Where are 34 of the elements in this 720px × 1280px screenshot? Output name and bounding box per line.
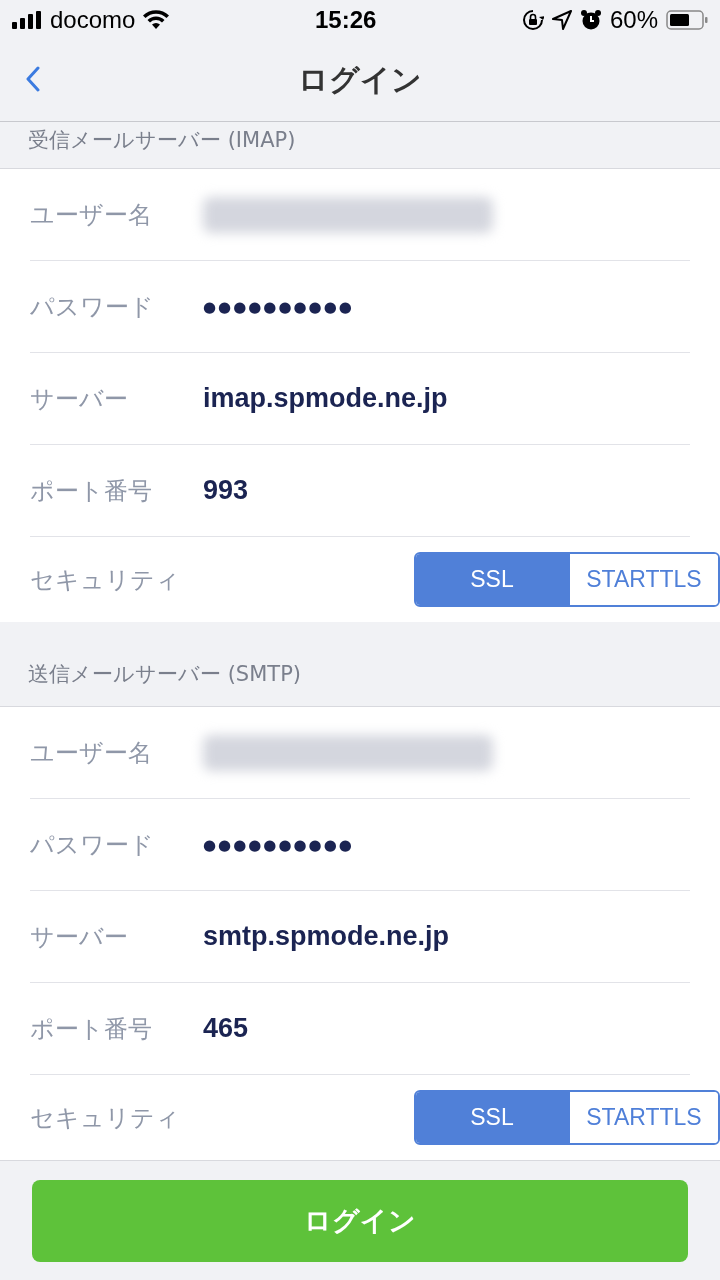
field-value[interactable]: imap.spmode.ne.jp <box>203 383 448 415</box>
field-label: パスワード <box>30 292 155 323</box>
field-value[interactable]: 465 <box>203 1013 249 1045</box>
field-label: サーバー <box>30 384 129 415</box>
field-label: セキュリティ <box>30 1103 181 1134</box>
signal-icon <box>12 10 42 29</box>
battery-percent: 60% <box>609 5 658 34</box>
field-label: パスワード <box>30 830 155 861</box>
field-label: ポート番号 <box>30 1014 153 1045</box>
back-chevron-icon <box>26 65 40 92</box>
field-label: ユーザー名 <box>30 738 153 769</box>
field-label: サーバー <box>30 922 129 953</box>
field-label: セキュリティ <box>30 565 181 596</box>
rotation-lock-icon <box>521 8 544 31</box>
password-value[interactable]: ●●●●●●●●●● <box>203 836 354 854</box>
section-header: 送信メールサーバー (SMTP) <box>28 661 301 689</box>
password-value[interactable]: ●●●●●●●●●● <box>203 298 354 316</box>
segment-option[interactable]: SSL <box>416 554 568 606</box>
field-label: ユーザー名 <box>30 200 153 231</box>
segment-option[interactable]: SSL <box>416 1092 568 1144</box>
field-value[interactable]: smtp.spmode.ne.jp <box>203 921 450 953</box>
section-header: 受信メールサーバー (IMAP) <box>28 127 296 155</box>
location-arrow-icon <box>551 9 572 30</box>
segment-option[interactable]: STARTTLS <box>568 1092 718 1144</box>
screen-title: ログイン <box>298 61 422 100</box>
segment-option[interactable]: STARTTLS <box>568 554 718 606</box>
field-label: ポート番号 <box>30 476 153 507</box>
carrier-name: docomo <box>50 5 136 34</box>
field-value[interactable]: 993 <box>203 475 249 507</box>
wifi-icon <box>143 9 170 30</box>
battery-icon <box>666 9 708 30</box>
alarm-clock-icon <box>579 8 602 31</box>
clock-time: 15:26 <box>314 5 377 34</box>
back-button[interactable] <box>26 65 40 92</box>
